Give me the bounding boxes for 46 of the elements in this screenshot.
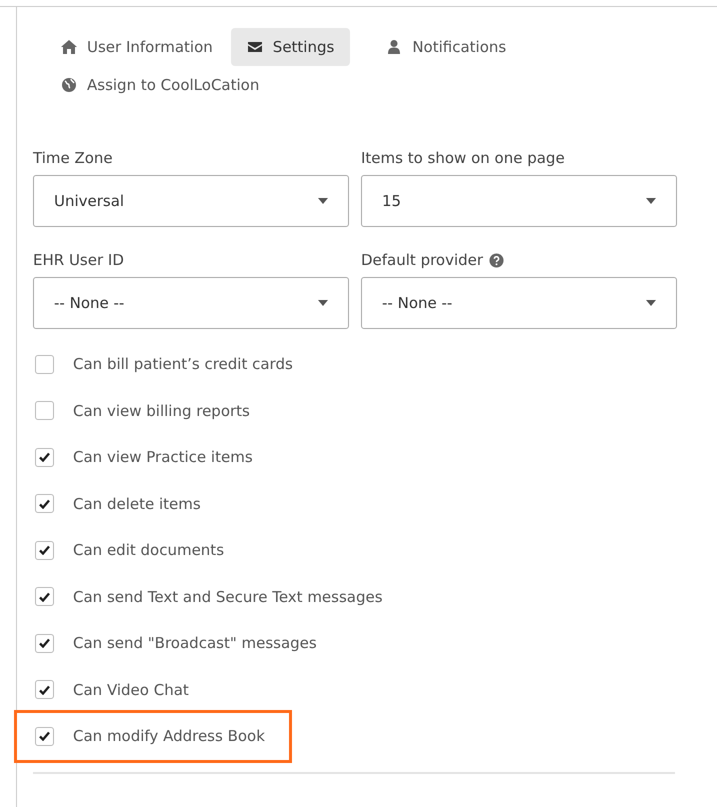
checkbox-label: Can send "Broadcast" messages bbox=[73, 634, 317, 652]
field-label: Default provider bbox=[361, 251, 484, 269]
checkmark-icon bbox=[39, 498, 50, 509]
checkbox-label: Can view billing reports bbox=[73, 402, 250, 420]
checkbox-label: Can delete items bbox=[73, 494, 201, 513]
checkmark-icon bbox=[39, 545, 50, 556]
checkbox-label: Can modify Address Book bbox=[73, 727, 265, 746]
checkbox[interactable] bbox=[35, 540, 54, 560]
checkbox[interactable] bbox=[35, 680, 54, 700]
caret-icon bbox=[318, 198, 328, 204]
tab[interactable]: Notifications bbox=[370, 28, 522, 66]
field-label: EHR User ID bbox=[33, 251, 124, 269]
caret-icon bbox=[646, 300, 656, 306]
checkbox-label: Can bill patient’s credit cards bbox=[73, 355, 293, 374]
dropdown[interactable]: 15 bbox=[361, 175, 677, 227]
checkbox-label: Can Video Chat bbox=[73, 680, 189, 699]
dropdown[interactable]: -- None -- bbox=[361, 277, 677, 329]
dropdown[interactable]: Universal bbox=[33, 175, 349, 227]
checkmark-icon bbox=[39, 452, 50, 462]
caret-icon bbox=[646, 198, 656, 204]
tab[interactable]: Settings bbox=[230, 28, 350, 66]
tab[interactable]: Assign to CoolLoCation bbox=[45, 66, 276, 104]
field-label: Time Zone bbox=[33, 149, 113, 167]
checkbox-label: Can edit documents bbox=[73, 541, 224, 560]
globe-icon bbox=[61, 77, 77, 93]
checkmark-icon bbox=[39, 731, 50, 742]
tab[interactable]: User Information bbox=[45, 28, 229, 66]
checkbox-label: Can view Practice items bbox=[73, 448, 253, 466]
checkmark-icon bbox=[39, 592, 50, 602]
field-label: Items to show on one page bbox=[361, 149, 565, 167]
caret-icon bbox=[318, 300, 328, 306]
checkbox[interactable] bbox=[35, 401, 54, 420]
home-icon bbox=[61, 39, 77, 55]
checkbox[interactable] bbox=[35, 634, 54, 653]
checkbox[interactable] bbox=[35, 494, 54, 514]
checkbox-label: Can send Text and Secure Text messages bbox=[73, 588, 383, 606]
checkbox[interactable] bbox=[35, 726, 54, 746]
checkbox[interactable] bbox=[35, 587, 54, 606]
envelope-icon bbox=[246, 39, 263, 55]
help-icon[interactable] bbox=[489, 252, 504, 268]
user-icon bbox=[386, 39, 402, 55]
checkmark-icon bbox=[39, 638, 50, 648]
checkbox[interactable] bbox=[35, 354, 54, 374]
checkbox[interactable] bbox=[35, 448, 54, 467]
dropdown[interactable]: -- None -- bbox=[33, 277, 349, 329]
checkmark-icon bbox=[39, 684, 50, 695]
